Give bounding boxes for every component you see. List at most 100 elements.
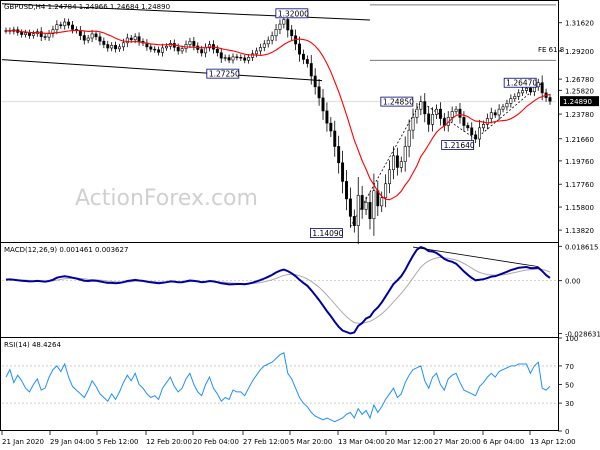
- rsi-tick-label: 30: [565, 400, 574, 408]
- price-tick-label: 1.26780: [565, 76, 594, 84]
- candle-body: [55, 24, 59, 31]
- candle-body: [493, 112, 497, 116]
- candle-body: [114, 45, 118, 50]
- macd-tick-label: 0.018615: [565, 243, 598, 251]
- candle-body: [466, 125, 470, 129]
- candle-body: [28, 32, 31, 36]
- candle-body: [505, 103, 509, 108]
- candle-body: [71, 24, 74, 30]
- candle-body: [360, 195, 364, 210]
- rsi-tick-label: 70: [565, 363, 574, 371]
- lower-trendline: [1, 59, 323, 82]
- candle-body: [317, 86, 321, 99]
- candle-body: [137, 36, 141, 42]
- upper-trendline: [1, 3, 371, 21]
- candle-body: [395, 155, 399, 168]
- candle-body: [427, 113, 431, 125]
- candle-body: [372, 190, 376, 219]
- candle-body: [298, 43, 301, 55]
- rsi-line: [5, 352, 551, 423]
- candle-body: [419, 101, 423, 110]
- x-tick-label: 29 Jan 04:00: [50, 438, 94, 446]
- candle-body: [415, 108, 419, 118]
- candle-body: [329, 122, 333, 132]
- candle-body: [231, 56, 235, 61]
- candle-body: [356, 195, 360, 226]
- ma-line: [5, 29, 551, 201]
- candle-body: [266, 39, 270, 45]
- candle-body: [239, 57, 243, 59]
- candle-body: [59, 24, 63, 27]
- candle-body: [149, 46, 153, 50]
- candle-body: [462, 117, 466, 126]
- candle-body: [438, 108, 442, 119]
- candle-body: [391, 155, 395, 171]
- candle-body: [528, 87, 532, 93]
- candle-body: [176, 47, 180, 52]
- macd-signal-line: [6, 256, 551, 324]
- x-tick-label: 13 Mar 04:00: [338, 438, 385, 446]
- candle-body: [309, 63, 313, 77]
- candle-body: [517, 92, 521, 97]
- candle-body: [348, 198, 352, 217]
- macd-tick-label: 0.00: [565, 278, 581, 286]
- candle-body: [388, 169, 392, 185]
- candle-body: [278, 23, 282, 30]
- candle-body: [399, 161, 403, 168]
- rsi-line: 100 70 50 30 0: [2, 335, 578, 436]
- candle-body: [458, 108, 462, 118]
- candle-body: [102, 40, 106, 45]
- candle-body: [255, 50, 258, 55]
- macd-header: MACD(12,26,9) 0.001461 0.003627: [4, 246, 128, 254]
- candle-body: [470, 127, 474, 136]
- candle-body: [43, 36, 47, 38]
- candle-body: [450, 111, 454, 118]
- candle-body: [407, 129, 411, 147]
- candle-body: [98, 36, 102, 42]
- price-label-text: 1.27250: [209, 70, 240, 79]
- candle-body: [200, 49, 204, 54]
- candle-body: [540, 82, 544, 94]
- candle-body: [282, 19, 286, 25]
- x-tick-label: 12 Feb 20:00: [146, 438, 192, 446]
- candle-body: [129, 37, 133, 41]
- price-tick-label: 1.21660: [565, 136, 594, 144]
- price-tick-label: 1.23780: [565, 111, 594, 119]
- moving-average: [5, 29, 551, 201]
- current-price-label: 1.24890: [563, 98, 592, 106]
- candle-body: [247, 57, 251, 61]
- candle-body: [262, 43, 266, 48]
- candle-body: [380, 197, 384, 207]
- candle-body: [513, 96, 517, 99]
- candle-body: [290, 29, 294, 37]
- candle-body: [223, 57, 227, 59]
- candle-body: [161, 47, 165, 53]
- price-tick-label: 1.29200: [565, 48, 594, 56]
- candle-body: [497, 108, 501, 116]
- price-label-text: 1.26470: [506, 79, 537, 88]
- price-tick-label: 1.25820: [565, 87, 594, 95]
- candle-body: [153, 48, 157, 51]
- price-tick-label: 1.15800: [565, 204, 594, 212]
- y-axis-ticks: 1.31620 1.29200 1.26780 1.25820 1.23780 1.216…: [558, 20, 599, 235]
- candle-body: [235, 56, 239, 58]
- candle-body: [403, 146, 407, 162]
- candle-body: [121, 42, 125, 48]
- candle-body: [313, 75, 317, 88]
- candle-body: [321, 97, 325, 112]
- fib-label: FE 61.8: [538, 46, 564, 54]
- candle-body: [67, 21, 71, 26]
- candle-body: [548, 97, 552, 102]
- candle-body: [227, 57, 231, 61]
- candle-body: [274, 29, 278, 37]
- price-tick-label: 1.31620: [565, 20, 594, 28]
- x-tick-label: 6 Apr 04:00: [483, 438, 524, 446]
- candle-body: [118, 46, 121, 50]
- x-tick-label: 20 Feb 04:00: [193, 438, 239, 446]
- candle-body: [286, 19, 290, 31]
- price-tick-label: 1.19760: [565, 158, 594, 166]
- macd-divergence-line: [412, 246, 539, 268]
- candle-body: [192, 41, 196, 47]
- x-tick-label: 27 Feb 12:00: [243, 438, 289, 446]
- candle-body: [82, 35, 86, 41]
